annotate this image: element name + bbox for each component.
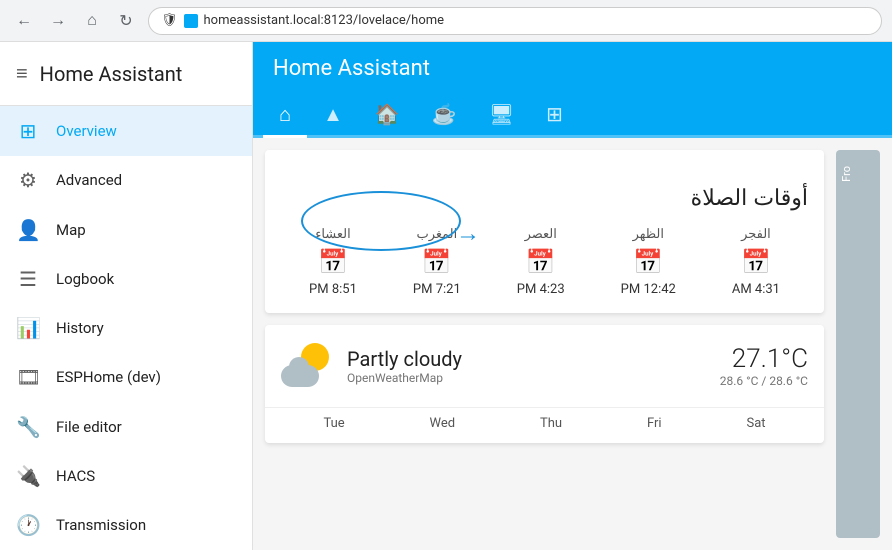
sidebar-title: Home Assistant <box>40 62 183 86</box>
calendar-icon-dhuhr: 📅 <box>633 248 663 276</box>
weather-card-content: Partly cloudy OpenWeatherMap 27.1°C 28.6… <box>265 325 824 407</box>
tab-house[interactable]: 🏠 <box>359 94 416 138</box>
weather-description: Partly cloudy <box>347 347 704 371</box>
weather-icon <box>281 341 331 391</box>
main-content: → أوقات الصلاة الفجر 📅 4:31 AM الظهر 📅 1… <box>253 138 892 550</box>
main-title: Home Assistant <box>273 56 430 81</box>
refresh-button[interactable]: ↻ <box>112 7 140 35</box>
sidebar-item-overview[interactable]: ⊞ Overview <box>0 106 252 155</box>
sidebar-label-map: Map <box>56 221 86 239</box>
prayer-name-isha: العشاء <box>315 227 351 242</box>
calendar-icon-fajr: 📅 <box>741 248 771 276</box>
weather-card: Partly cloudy OpenWeatherMap 27.1°C 28.6… <box>265 325 824 443</box>
main-tabs: ⌂ ▲ 🏠 ☕ 🖥 ⊞ <box>253 94 892 138</box>
sidebar-item-hacs[interactable]: 🔌 HACS <box>0 451 252 500</box>
wrench-icon: 🔧 <box>16 415 40 439</box>
weather-day-wed: Wed <box>430 416 456 431</box>
sidebar-item-map[interactable]: 👤 Map <box>0 205 252 254</box>
sidebar-item-history[interactable]: 📊 History <box>0 303 252 352</box>
prayer-name-asr: العصر <box>525 227 557 242</box>
weather-temperature: 27.1°C <box>720 344 808 374</box>
prayer-value-asr: 4:23 PM <box>517 282 565 297</box>
back-button[interactable]: ← <box>10 7 38 35</box>
plug-icon: 🔌 <box>16 464 40 488</box>
forward-button[interactable]: → <box>44 7 72 35</box>
weather-source: OpenWeatherMap <box>347 371 704 385</box>
calendar-icon-asr: 📅 <box>526 248 556 276</box>
person-icon: 👤 <box>16 218 40 242</box>
weather-day-fri: Fri <box>647 416 662 431</box>
prayer-name-maghrib: المغرب <box>416 227 457 242</box>
sidebar-header: ≡ Home Assistant <box>0 42 252 106</box>
sidebar-label-overview: Overview <box>56 122 117 140</box>
tab-people[interactable]: ▲ <box>307 94 359 138</box>
film-icon: 🎞 <box>16 365 40 389</box>
calendar-icon-maghrib: 📅 <box>422 248 452 276</box>
weather-day-thu: Thu <box>540 416 562 431</box>
sidebar: ≡ Home Assistant ⊞ Overview ⚙ Advanced 👤… <box>0 42 253 550</box>
prayer-value-isha: 8:51 PM <box>309 282 357 297</box>
chart-icon: 📊 <box>16 316 40 340</box>
main-area: Home Assistant ⌂ ▲ 🏠 ☕ 🖥 ⊞ → أوقات الصلا… <box>253 42 892 550</box>
favicon <box>184 14 198 28</box>
weather-info: Partly cloudy OpenWeatherMap <box>347 347 704 385</box>
sidebar-label-hacs: HACS <box>56 467 95 485</box>
calendar-icon-isha: 📅 <box>318 248 348 276</box>
browser-controls: ← → ⌂ ↻ <box>10 7 140 35</box>
weather-days-row: Tue Wed Thu Fri Sat <box>265 407 824 443</box>
sidebar-label-advanced: Advanced <box>56 171 122 189</box>
weather-temp-section: 27.1°C 28.6 °C / 28.6 °C <box>720 344 808 388</box>
sidebar-label-logbook: Logbook <box>56 270 114 288</box>
cards-column: → أوقات الصلاة الفجر 📅 4:31 AM الظهر 📅 1… <box>265 150 824 538</box>
app-container: ≡ Home Assistant ⊞ Overview ⚙ Advanced 👤… <box>0 42 892 550</box>
weather-day-sat: Sat <box>746 416 765 431</box>
grid-icon: ⊞ <box>16 119 40 143</box>
sidebar-item-logbook[interactable]: ☰ Logbook <box>0 254 252 303</box>
sidebar-label-history: History <box>56 319 104 337</box>
sidebar-label-file-editor: File editor <box>56 418 122 436</box>
clock-icon: 🕐 <box>16 513 40 537</box>
browser-chrome: ← → ⌂ ↻ 🛡 homeassistant.local:8123/lovel… <box>0 0 892 42</box>
prayer-times-card: → أوقات الصلاة الفجر 📅 4:31 AM الظهر 📅 1… <box>265 150 824 313</box>
sidebar-item-file-editor[interactable]: 🔧 File editor <box>0 402 252 451</box>
prayer-time-fajr: الفجر 📅 4:31 AM <box>732 227 780 297</box>
cloud-icon <box>281 365 319 387</box>
prayer-name-fajr: الفجر <box>741 227 771 242</box>
prayer-card-title: أوقات الصلاة <box>281 185 808 211</box>
tab-home[interactable]: ⌂ <box>263 94 307 138</box>
list-icon: ☰ <box>16 267 40 291</box>
prayer-time-asr: العصر 📅 4:23 PM <box>517 227 565 297</box>
menu-icon[interactable]: ≡ <box>16 61 28 86</box>
prayer-time-maghrib: المغرب 📅 7:21 PM <box>413 227 461 297</box>
sidebar-item-advanced[interactable]: ⚙ Advanced <box>0 156 252 205</box>
url-text: homeassistant.local:8123/lovelace/home <box>204 13 445 28</box>
tab-network[interactable]: ⊞ <box>530 94 579 138</box>
sidebar-item-transmission[interactable]: 🕐 Transmission <box>0 501 252 550</box>
sidebar-item-esphome[interactable]: 🎞 ESPHome (dev) <box>0 353 252 402</box>
sidebar-label-transmission: Transmission <box>56 516 146 534</box>
prayer-value-maghrib: 7:21 PM <box>413 282 461 297</box>
shield-icon: 🛡 <box>161 13 178 28</box>
prayer-value-fajr: 4:31 AM <box>732 282 780 297</box>
prayer-name-dhuhr: الظهر <box>633 227 664 242</box>
tab-display[interactable]: 🖥 <box>473 94 530 138</box>
weather-range: 28.6 °C / 28.6 °C <box>720 374 808 388</box>
gear-icon: ⚙ <box>16 168 40 192</box>
prayer-time-dhuhr: الظهر 📅 12:42 PM <box>621 227 676 297</box>
prayer-time-isha: العشاء 📅 8:51 PM <box>309 227 357 297</box>
prayer-times-list: الفجر 📅 4:31 AM الظهر 📅 12:42 PM العصر 📅 <box>281 227 808 297</box>
side-panel-label[interactable]: Fro <box>836 158 880 190</box>
tab-cup[interactable]: ☕ <box>416 94 473 138</box>
side-panel[interactable]: Fro <box>836 150 880 538</box>
main-header: Home Assistant <box>253 42 892 94</box>
address-bar[interactable]: 🛡 homeassistant.local:8123/lovelace/home <box>148 7 882 35</box>
home-button[interactable]: ⌂ <box>78 7 106 35</box>
prayer-value-dhuhr: 12:42 PM <box>621 282 676 297</box>
sidebar-label-esphome: ESPHome (dev) <box>56 368 161 386</box>
weather-day-tue: Tue <box>323 416 344 431</box>
